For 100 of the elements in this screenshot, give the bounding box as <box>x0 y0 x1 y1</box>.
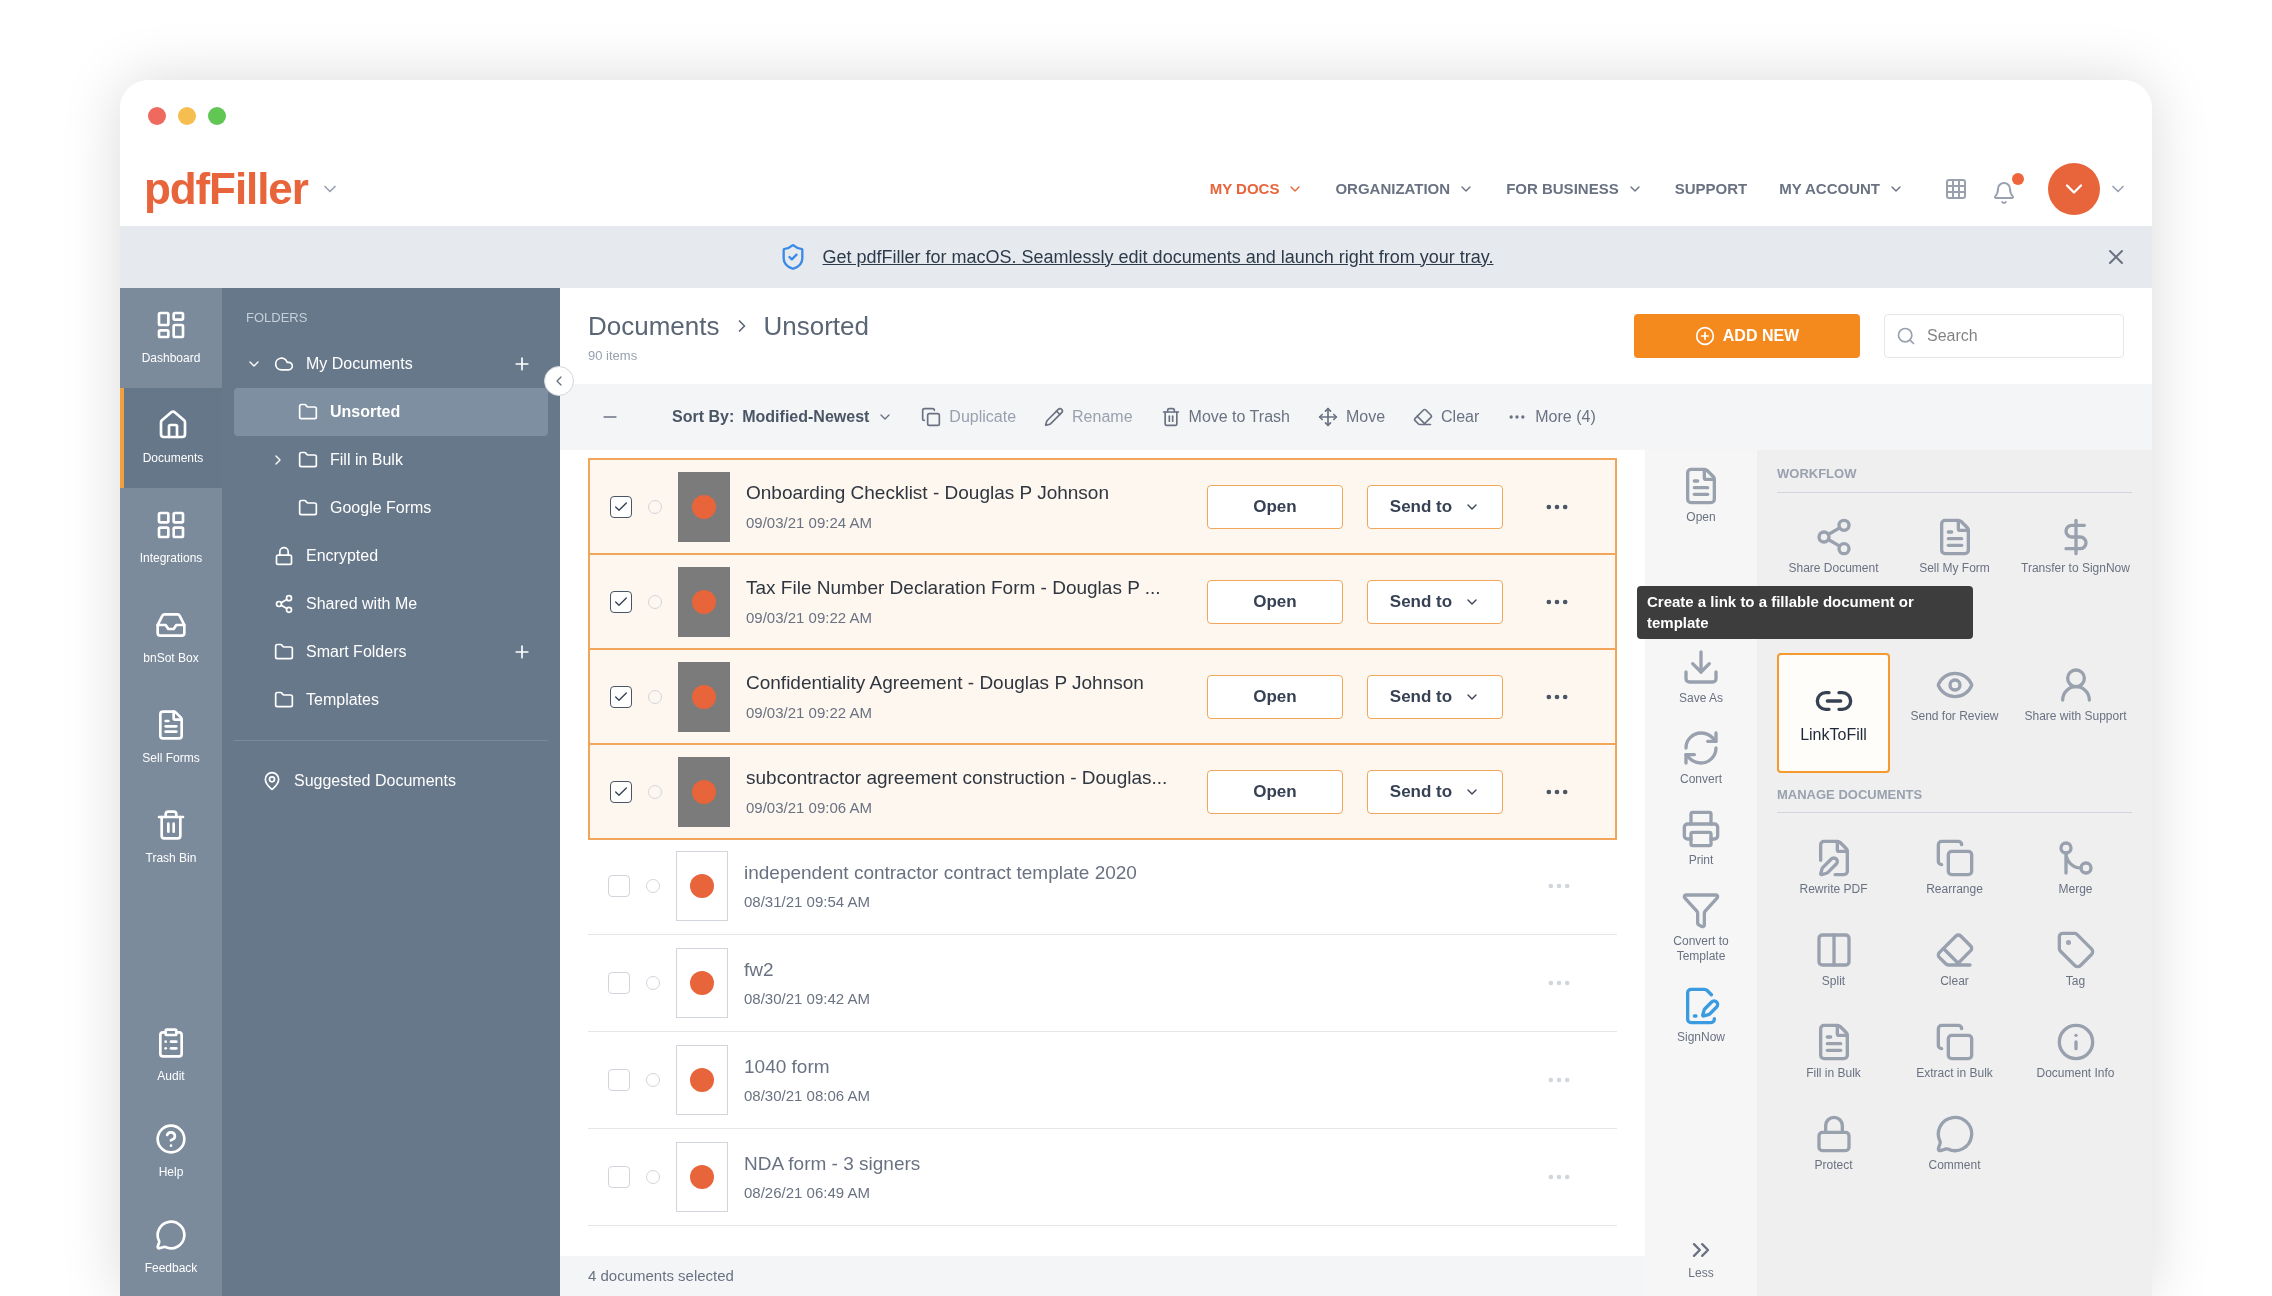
folder-icon <box>298 401 318 422</box>
tool-tile[interactable]: Extract in Bulk <box>1898 1009 2011 1093</box>
document-name[interactable]: Tax File Number Declaration Form - Douglas P ... <box>746 574 1191 603</box>
rail-item[interactable]: Audit <box>120 1008 222 1104</box>
tool-tile[interactable]: Split <box>1777 917 1890 1001</box>
open-button[interactable]: Open <box>1207 674 1343 719</box>
folder-item[interactable]: Shared with Me <box>234 579 548 628</box>
nav-tab[interactable]: ORGANIZATION <box>1335 177 1451 201</box>
tool-tile[interactable]: Clear <box>1898 917 2011 1001</box>
tool-tile[interactable]: Document Info <box>2019 1009 2132 1093</box>
rail-item[interactable]: Sell Forms <box>120 688 222 788</box>
document-date: 09/03/21 09:24 AM <box>746 512 873 533</box>
trash-icon[interactable] <box>1160 407 1181 427</box>
folder-item[interactable]: Google Forms <box>234 483 548 532</box>
document-name[interactable]: Confidentiality Agreement - Douglas P Johnson <box>746 669 1191 698</box>
logo[interactable]: pdfFiller <box>144 156 308 222</box>
document-row[interactable]: subcontractor agreement construction - Douglas... 09/03/21 09:06 AM Open Send to <box>588 743 1617 840</box>
quick-tool[interactable]: Save As <box>1651 647 1751 706</box>
tool-tile[interactable]: Transfer to SignNow <box>2019 504 2132 589</box>
tool-tile[interactable]: Rearrange <box>1898 825 2011 909</box>
rail-item[interactable]: Integrations <box>120 488 222 588</box>
toolbar-action[interactable]: More (4) <box>1535 405 1596 429</box>
collapse-button[interactable] <box>544 366 574 396</box>
notification-icon[interactable] <box>1992 173 2024 205</box>
search-icon[interactable] <box>1896 326 1916 346</box>
folder-item[interactable]: Fill in Bulk <box>234 435 548 484</box>
pencil-icon[interactable] <box>1044 407 1065 427</box>
quick-tool[interactable]: Convert to Template <box>1651 890 1751 964</box>
tool-tile[interactable]: Tag <box>2019 917 2132 1001</box>
document-row[interactable]: 1040 form 08/30/21 08:06 AM <box>588 1032 1617 1129</box>
document-row[interactable]: Onboarding Checklist - Douglas P Johnson 09/03/21 09:24 AM Open Send to <box>588 458 1617 555</box>
eraser-icon[interactable] <box>1413 407 1434 427</box>
tool-tile[interactable]: Sell My Form <box>1898 504 2011 589</box>
nav-tab[interactable]: FOR BUSINESS <box>1506 177 1619 201</box>
folder-item[interactable]: Smart Folders <box>234 627 548 676</box>
folder-item[interactable]: My Documents <box>234 339 548 388</box>
add-new-button[interactable]: ADD NEW <box>1634 314 1860 358</box>
printer-icon <box>1681 809 1721 849</box>
document-name[interactable]: subcontractor agreement construction - Douglas... <box>746 764 1191 793</box>
document-name[interactable]: independent contractor contract template 2020 <box>744 858 1505 887</box>
open-button[interactable]: Open <box>1207 769 1343 814</box>
nav-tab[interactable]: SUPPORT <box>1674 177 1748 201</box>
less-button[interactable]: Less <box>1687 1236 1715 1296</box>
document-row[interactable]: Confidentiality Agreement - Douglas P Johnson 09/03/21 09:22 AM Open Send to <box>588 648 1617 745</box>
tool-tile[interactable]: LinkToFill <box>1777 652 1890 773</box>
folder-item[interactable]: Unsorted <box>234 387 548 436</box>
search-field[interactable]: Search <box>1884 314 2124 358</box>
tool-tile[interactable]: Comment <box>1898 1101 2011 1185</box>
toolbar-action[interactable]: Move to Trash <box>1188 405 1290 429</box>
open-button[interactable]: Open <box>1207 484 1343 529</box>
quick-tool[interactable]: Convert <box>1651 728 1751 787</box>
rail-item[interactable]: Feedback <box>120 1200 222 1296</box>
document-name[interactable]: NDA form - 3 signers <box>744 1149 1505 1178</box>
nav-tab[interactable]: MY ACCOUNT <box>1779 177 1880 201</box>
plus-circle-icon[interactable] <box>1694 326 1715 346</box>
maximize-window-button[interactable] <box>208 107 226 125</box>
banner-link[interactable]: Get pdfFiller for macOS. Seamlessly edit documents and launch right from your tray. <box>822 243 1494 271</box>
toolbar-action[interactable]: Rename <box>1072 405 1133 429</box>
copy-icon[interactable] <box>921 407 942 427</box>
toolbar-action[interactable]: Move <box>1345 405 1386 429</box>
nav-tab[interactable]: MY DOCS <box>1209 177 1280 201</box>
tool-tile[interactable]: Rewrite PDF <box>1777 825 1890 909</box>
tool-tile[interactable]: Fill in Bulk <box>1777 1009 1890 1093</box>
document-name[interactable]: Onboarding Checklist - Douglas P Johnson <box>746 479 1191 508</box>
rail-item[interactable]: bnSot Box <box>120 588 222 688</box>
toolbar-action[interactable]: Duplicate <box>949 405 1017 429</box>
send-to-button[interactable]: Send to <box>1367 674 1503 719</box>
tool-tile[interactable]: Share with Support <box>2019 652 2132 737</box>
tool-tile[interactable]: Send for Review <box>1898 652 2011 737</box>
breadcrumb-current: Unsorted <box>763 309 869 343</box>
send-to-button[interactable]: Send to <box>1367 769 1503 814</box>
apps-grid-icon[interactable] <box>1944 177 1968 201</box>
tool-tile[interactable]: Merge <box>2019 825 2132 909</box>
rail-item[interactable]: Dashboard <box>120 288 222 388</box>
document-name[interactable]: 1040 form <box>744 1052 1505 1081</box>
quick-tool[interactable]: SignNow <box>1651 986 1751 1045</box>
folder-item[interactable]: Templates <box>234 675 548 724</box>
document-name[interactable]: fw2 <box>744 955 1505 984</box>
tool-tile[interactable]: Protect <box>1777 1101 1890 1185</box>
document-row[interactable]: Tax File Number Declaration Form - Douglas P ... 09/03/21 09:22 AM Open Send to <box>588 553 1617 650</box>
rail-item[interactable]: Documents <box>120 388 222 488</box>
tool-tile[interactable]: Share Document <box>1777 504 1890 589</box>
document-row[interactable]: independent contractor contract template 2020 08/31/21 09:54 AM <box>588 838 1617 935</box>
quick-tool[interactable]: Open <box>1651 466 1751 525</box>
close-window-button[interactable] <box>148 107 166 125</box>
move-icon[interactable] <box>1317 407 1338 427</box>
document-row[interactable]: fw2 08/30/21 09:42 AM <box>588 935 1617 1032</box>
breadcrumb-link[interactable]: Documents <box>588 306 720 346</box>
document-row[interactable]: NDA form - 3 signers 08/26/21 06:49 AM <box>588 1129 1617 1226</box>
rail-item[interactable]: Trash Bin <box>120 788 222 888</box>
folder-item[interactable]: Encrypted <box>234 531 548 580</box>
quick-tool[interactable]: Print <box>1651 809 1751 868</box>
toolbar-action[interactable]: Clear <box>1441 405 1480 429</box>
open-button[interactable]: Open <box>1207 579 1343 624</box>
avatar-icon[interactable] <box>2048 163 2100 215</box>
send-to-button[interactable]: Send to <box>1367 579 1503 624</box>
folder-item[interactable]: Suggested Documents <box>294 768 456 793</box>
send-to-button[interactable]: Send to <box>1367 484 1503 529</box>
rail-item[interactable]: Help <box>120 1104 222 1200</box>
sort-dropdown[interactable]: Modified-Newest <box>742 405 870 429</box>
